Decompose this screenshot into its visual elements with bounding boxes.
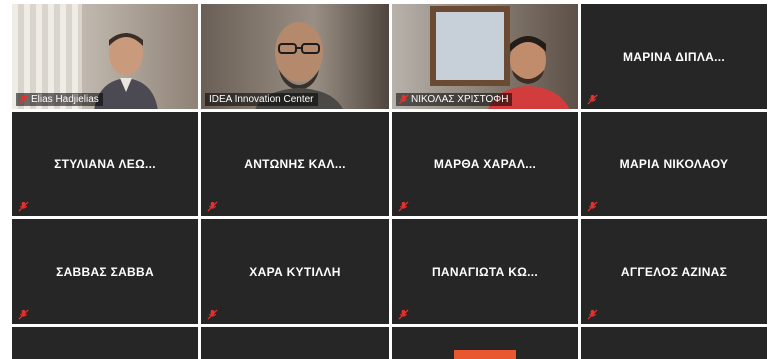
participant-name: ΝΙΚΟΛΑΣ ΧΡΙΣΤΟΦΗ [411, 94, 509, 105]
mic-muted-icon [398, 309, 409, 320]
mic-muted-icon [587, 309, 598, 320]
participant-name: ΠΑΝΑΓΙΩΤΑ ΚΩ... [431, 264, 539, 279]
participant-name: ΑΓΓΕΛΟΣ ΑΖΙΝΑΣ [620, 264, 728, 279]
mic-muted-icon [398, 94, 409, 105]
participant-name-label: Elias Hadjielias [16, 93, 103, 106]
participant-name: ΜΑΡΙΑ ΝΙΚΟΛΑΟΥ [619, 157, 729, 171]
participant-tile[interactable]: ΑΓΓΕΛΟΣ ΑΖΙΝΑΣ [581, 219, 767, 324]
mic-muted-icon [587, 201, 598, 212]
participant-tile[interactable]: ΣΤΥΛΙΑΝΑ ΛΕΩ... [12, 112, 198, 216]
mic-muted-icon [207, 201, 218, 212]
mic-muted-icon [18, 94, 29, 105]
participant-name: ΣΑΒΒΑΣ ΣΑΒΒΑ [56, 264, 154, 279]
participant-tile-partial[interactable] [201, 327, 389, 359]
participant-tile[interactable]: ΜΑΡΙΑ ΝΙΚΟΛΑΟΥ [581, 112, 767, 216]
participant-tile-partial[interactable] [12, 327, 198, 359]
participant-tile-active-speaker[interactable]: IDEA Innovation Center [201, 4, 389, 109]
participant-tile[interactable]: ΑΝΤΩΝΗΣ ΚΑΛ... [201, 112, 389, 216]
participant-tile[interactable]: ΣΑΒΒΑΣ ΣΑΒΒΑ [12, 219, 198, 324]
mic-muted-icon [398, 201, 409, 212]
mic-muted-icon [18, 201, 29, 212]
participant-name: ΜΑΡΙΝΑ ΔΙΠΛΑ... [622, 49, 726, 64]
participant-tile[interactable]: ΜΑΡΙΝΑ ΔΙΠΛΑ... [581, 4, 767, 109]
participant-name: ΧΑΡΑ ΚΥΤΙΛΛΗ [249, 264, 341, 279]
participant-tile[interactable]: ΝΙΚΟΛΑΣ ΧΡΙΣΤΟΦΗ [392, 4, 578, 109]
mic-muted-icon [587, 94, 598, 105]
mic-muted-icon [18, 309, 29, 320]
video-gallery: Elias Hadjielias IDEA Innovation Center [0, 0, 776, 359]
participant-name: Elias Hadjielias [31, 94, 99, 105]
end-meeting-button[interactable] [454, 350, 516, 359]
participant-name-label: IDEA Innovation Center [205, 93, 318, 106]
participant-tile[interactable]: ΠΑΝΑΓΙΩΤΑ ΚΩ... [392, 219, 578, 324]
participant-name: ΜΑΡΘΑ ΧΑΡΑΛ... [433, 157, 537, 171]
participant-tile[interactable]: Elias Hadjielias [12, 4, 198, 109]
participant-tile[interactable]: ΧΑΡΑ ΚΥΤΙΛΛΗ [201, 219, 389, 324]
participant-name: ΣΤΥΛΙΑΝΑ ΛΕΩ... [54, 157, 156, 171]
participant-name: ΑΝΤΩΝΗΣ ΚΑΛ... [244, 157, 346, 171]
mic-muted-icon [207, 309, 218, 320]
participant-name: IDEA Innovation Center [209, 94, 314, 105]
participant-name-label: ΝΙΚΟΛΑΣ ΧΡΙΣΤΟΦΗ [396, 93, 513, 106]
participant-tile-partial[interactable] [581, 327, 767, 359]
participant-tile[interactable]: ΜΑΡΘΑ ΧΑΡΑΛ... [392, 112, 578, 216]
